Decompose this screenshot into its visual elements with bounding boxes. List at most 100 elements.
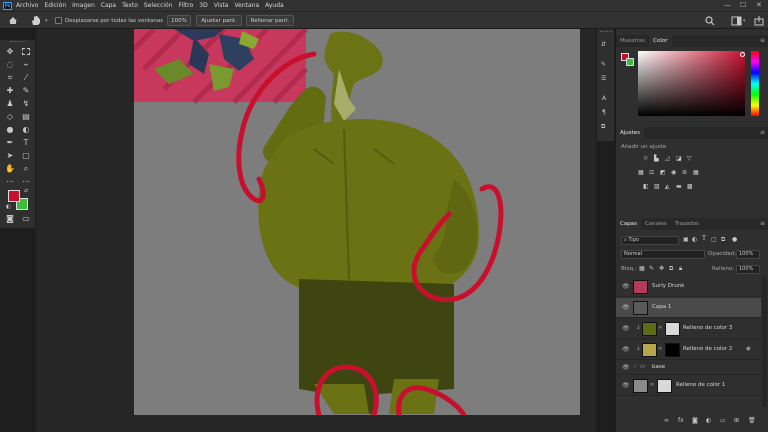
gradient-map-icon[interactable]: ▬ — [676, 183, 682, 190]
share-icon[interactable] — [754, 16, 764, 26]
layer-row-relleno-1[interactable]: 👁︎ ∞ Relleno de color 1 — [616, 376, 761, 396]
document-canvas[interactable] — [134, 29, 580, 415]
chevron-down-icon[interactable]: ▾ — [743, 18, 746, 24]
fill-screen-button[interactable]: Rellenar pant. — [246, 15, 294, 26]
menu-imagen[interactable]: Imagen — [72, 2, 95, 9]
dock-grip[interactable] — [600, 31, 612, 33]
visibility-eye-icon[interactable]: 👁︎ — [622, 283, 630, 290]
foreground-color-swatch[interactable] — [8, 190, 20, 202]
visibility-eye-icon[interactable]: 👁︎ — [622, 304, 630, 311]
toolbar-grip[interactable] — [10, 41, 26, 43]
posterize-icon[interactable]: ▨ — [654, 183, 660, 190]
screen-mode-icon[interactable]: ▭ — [19, 213, 33, 224]
channel-mixer-icon[interactable]: ⊛ — [682, 169, 687, 176]
zoom-tool-icon[interactable]: ⌕ — [19, 163, 33, 174]
visibility-eye-icon[interactable]: 👁︎ — [622, 382, 630, 389]
history-brush-icon[interactable]: ↯ — [19, 98, 33, 109]
exposure-icon[interactable]: ◪ — [676, 155, 682, 162]
menu-texto[interactable]: Texto — [122, 2, 138, 9]
tab-trazados[interactable]: Trazados — [671, 218, 703, 230]
lock-all-icon[interactable]: 🔒︎ — [679, 265, 682, 273]
selective-color-icon[interactable]: ▩ — [687, 183, 693, 190]
lock-position-icon[interactable]: ✥ — [659, 265, 664, 272]
home-icon[interactable] — [8, 16, 18, 25]
color-balance-icon[interactable]: ⚖ — [649, 169, 654, 176]
menu-vista[interactable]: Vista — [214, 2, 229, 9]
trash-icon[interactable]: 🗑︎ — [748, 417, 756, 424]
quick-select-tool-icon[interactable]: ⌁ — [19, 59, 33, 70]
hand-tool-icon[interactable] — [30, 15, 42, 26]
photo-filter-icon[interactable]: ◉ — [671, 169, 676, 176]
path-select-icon[interactable]: ➤ — [3, 150, 17, 161]
menu-archivo[interactable]: Archivo — [16, 2, 38, 9]
healing-brush-icon[interactable]: ✚ — [3, 85, 17, 96]
menu-seleccion[interactable]: Selección — [144, 2, 173, 9]
fill-field[interactable]: 100% — [736, 265, 760, 274]
levels-icon[interactable]: ▙ — [654, 155, 659, 162]
pen-tool-icon[interactable]: ✒ — [3, 137, 17, 148]
menu-edicion[interactable]: Edición — [44, 2, 66, 9]
zoom-value-button[interactable]: 100% — [167, 15, 191, 26]
brightness-icon[interactable]: ☼ — [643, 155, 648, 162]
lock-transparency-icon[interactable]: ▦ — [639, 265, 645, 272]
layer-style-icon[interactable]: fx — [678, 417, 684, 424]
eyedropper-tool-icon[interactable]: ⁄ — [19, 72, 33, 83]
link-icon[interactable]: ∞ — [650, 382, 655, 388]
layer-row-relleno-2[interactable]: 👁︎ ↓ ∞ Relleno de color 2 ◉ — [616, 340, 761, 360]
tab-canales[interactable]: Canales — [641, 218, 671, 230]
fit-screen-button[interactable]: Ajustar pant. — [196, 15, 242, 26]
edit-toolbar-icon[interactable]: ⋯ — [3, 176, 17, 187]
hue-saturation-icon[interactable]: ▦ — [638, 169, 644, 176]
filter-smart-icon[interactable]: ⧉ — [721, 236, 725, 244]
chevron-down-icon[interactable]: ▾ — [45, 18, 48, 24]
layer-group-base[interactable]: 👁︎ › ▭ base — [616, 361, 761, 375]
visibility-eye-icon[interactable]: 👁︎ — [622, 346, 630, 353]
more-tools-icon[interactable]: ⋯ — [19, 176, 33, 187]
visibility-eye-icon[interactable]: 👁︎ — [622, 325, 630, 332]
close-icon[interactable]: ✕ — [756, 1, 762, 9]
character-panel-icon[interactable]: A — [602, 95, 606, 102]
invert-icon[interactable]: ◧ — [643, 183, 649, 190]
libraries-panel-icon[interactable]: ⧉ — [601, 123, 605, 131]
filter-type-icon[interactable]: T — [702, 235, 706, 242]
blend-mode-dropdown[interactable]: Normal — [621, 250, 705, 259]
filter-adjust-icon[interactable]: ◐ — [692, 236, 697, 243]
menu-capa[interactable]: Capa — [101, 2, 116, 9]
color-picker-handle[interactable] — [740, 52, 745, 57]
lock-pixels-icon[interactable]: ✎ — [649, 265, 654, 272]
marquee-tool-icon[interactable] — [19, 46, 33, 57]
clone-stamp-icon[interactable]: ♟ — [3, 98, 17, 109]
quick-mask-icon[interactable]: ◙ — [3, 213, 17, 224]
layers-scrollbar[interactable] — [762, 277, 767, 407]
swap-colors-icon[interactable]: ⇄ — [24, 188, 28, 194]
dodge-tool-icon[interactable]: ◐ — [19, 124, 33, 135]
menu-3d[interactable]: 3D — [199, 2, 207, 9]
menu-ventana[interactable]: Ventana — [234, 2, 259, 9]
panel-menu-icon[interactable]: ≡ — [760, 220, 765, 227]
brush-settings-icon[interactable]: ✎ — [601, 61, 606, 68]
gradient-tool-icon[interactable]: ▤ — [19, 111, 33, 122]
hue-slider[interactable] — [751, 51, 759, 116]
hand-tool-icon[interactable]: ✋ — [3, 163, 17, 174]
threshold-icon[interactable]: ◭ — [665, 183, 670, 190]
filter-shape-icon[interactable]: ▢ — [711, 236, 717, 243]
smart-filter-icon[interactable]: ◉ — [746, 346, 751, 352]
default-colors-icon[interactable]: ◧ — [6, 204, 11, 210]
tab-muestras[interactable]: Muestras — [616, 35, 649, 47]
blur-tool-icon[interactable]: ● — [3, 124, 17, 135]
filter-toggle-icon[interactable]: ● — [732, 236, 737, 243]
link-icon[interactable]: ∞ — [658, 346, 663, 352]
new-layer-icon[interactable]: ⊞ — [734, 417, 739, 424]
layer-row-relleno-3[interactable]: 👁︎ ↓ ∞ Relleno de color 3 — [616, 319, 761, 339]
shape-tool-icon[interactable]: ▢ — [19, 150, 33, 161]
eraser-tool-icon[interactable]: ◇ — [3, 111, 17, 122]
new-group-icon[interactable]: ▭ — [720, 417, 726, 424]
scroll-all-checkbox[interactable] — [55, 17, 62, 24]
color-lookup-icon[interactable]: ▦ — [693, 169, 699, 176]
history-panel-icon[interactable]: ⇵ — [601, 41, 606, 48]
color-field[interactable] — [638, 51, 745, 116]
link-layers-icon[interactable]: ∞ — [664, 417, 669, 424]
layer-row-capa-1[interactable]: 👁︎ Capa 1 — [616, 298, 761, 318]
tab-ajustes[interactable]: Ajustes — [616, 127, 645, 139]
panel-menu-icon[interactable]: ≡ — [760, 37, 765, 44]
